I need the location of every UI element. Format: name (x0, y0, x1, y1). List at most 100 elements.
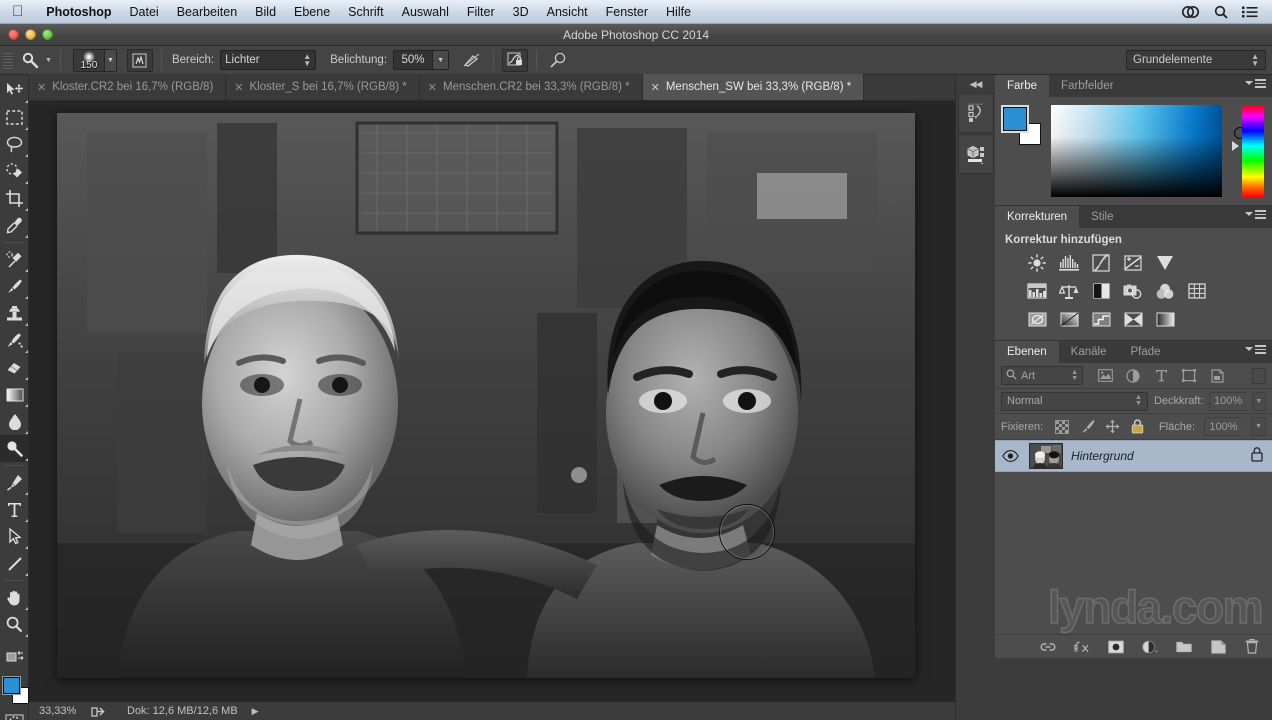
tab-kloster-s[interactable]: ✕ Kloster_S bei 16,7% (RGB/8) * (226, 74, 420, 100)
tab-farbfelder[interactable]: Farbfelder (1049, 75, 1126, 97)
path-selection-tool[interactable] (0, 523, 29, 550)
lock-transparency-icon[interactable] (1054, 419, 1070, 435)
document-window[interactable] (57, 113, 915, 678)
photo-filter-icon[interactable] (1123, 282, 1143, 300)
tab-stile[interactable]: Stile (1079, 206, 1126, 228)
panel-menu-icon[interactable] (1245, 210, 1266, 219)
hand-tool[interactable] (0, 584, 29, 611)
brightness-contrast-icon[interactable] (1027, 254, 1047, 272)
close-icon[interactable]: ✕ (651, 81, 660, 94)
invert-icon[interactable] (1027, 310, 1047, 328)
foreground-color-swatch[interactable] (3, 677, 20, 694)
move-tool[interactable] (0, 77, 29, 104)
airbrush-icon[interactable] (459, 49, 485, 72)
quick-selection-tool[interactable] (0, 158, 29, 185)
close-icon[interactable]: ✕ (37, 81, 46, 94)
crop-tool[interactable] (0, 185, 29, 212)
gradient-map-icon[interactable] (1155, 310, 1175, 328)
range-select[interactable]: Lichter ▲ ▼ (220, 50, 317, 70)
panel-color-swatches[interactable] (1003, 107, 1041, 145)
black-white-icon[interactable] (1091, 282, 1111, 300)
menu-auswahl[interactable]: Auswahl (393, 0, 458, 24)
close-icon[interactable]: ✕ (234, 81, 243, 94)
menu-ebene[interactable]: Ebene (285, 0, 339, 24)
apple-logo-icon[interactable]:  (12, 4, 23, 19)
canvas-area[interactable] (29, 101, 955, 701)
menu-datei[interactable]: Datei (121, 0, 168, 24)
vibrance-icon[interactable] (1155, 254, 1175, 272)
color-spectrum-field[interactable] (1051, 105, 1246, 197)
color-balance-icon[interactable] (1059, 282, 1079, 300)
layer-thumbnail[interactable] (1029, 443, 1063, 469)
pixel-filter-icon[interactable] (1097, 368, 1113, 384)
screen-mode-toggle[interactable] (0, 644, 29, 671)
opacity-chevron-down-icon[interactable]: ▼ (1251, 391, 1267, 411)
tab-kloster-cr2[interactable]: ✕ Kloster.CR2 bei 16,7% (RGB/8) (29, 74, 227, 100)
brush-tool[interactable] (0, 273, 29, 300)
creative-cloud-icon[interactable] (1181, 5, 1200, 19)
collapse-panels-icon[interactable]: ◀◀ (956, 75, 995, 93)
lasso-tool[interactable] (0, 131, 29, 158)
smart-object-filter-icon[interactable] (1209, 368, 1225, 384)
menu-fenster[interactable]: Fenster (597, 0, 657, 24)
tablet-pressure-icon[interactable] (545, 49, 571, 72)
hue-saturation-icon[interactable] (1027, 282, 1047, 300)
options-bar-grip[interactable] (3, 51, 13, 69)
spot-healing-brush-tool[interactable] (0, 246, 29, 273)
table-row[interactable]: Hintergrund (995, 440, 1272, 472)
channel-mixer-icon[interactable] (1155, 282, 1175, 300)
layer-styles-fx-icon[interactable] (1074, 639, 1090, 655)
brush-preset-picker[interactable]: 150 ▼ (72, 48, 117, 72)
tool-preset-chevron-down-icon[interactable]: ▼ (45, 57, 52, 64)
layer-name[interactable]: Hintergrund (1071, 449, 1134, 463)
menu-bild[interactable]: Bild (246, 0, 285, 24)
history-brush-tool[interactable] (0, 327, 29, 354)
type-filter-icon[interactable] (1153, 368, 1169, 384)
curves-icon[interactable] (1091, 254, 1111, 272)
chevron-down-icon[interactable]: ▼ (103, 49, 116, 71)
posterize-icon[interactable] (1059, 310, 1079, 328)
eyedropper-tool[interactable] (0, 212, 29, 239)
menu-photoshop[interactable]: Photoshop (37, 0, 120, 24)
exposure-icon[interactable] (1123, 254, 1143, 272)
delete-layer-icon[interactable] (1244, 639, 1260, 655)
lock-image-icon[interactable] (1079, 419, 1095, 435)
add-mask-icon[interactable] (1108, 639, 1124, 655)
threshold-icon[interactable] (1091, 310, 1111, 328)
exposure-input[interactable]: 50% (393, 50, 434, 70)
tab-ebenen[interactable]: Ebenen (995, 341, 1059, 363)
selective-color-icon[interactable] (1123, 310, 1143, 328)
blur-tool[interactable] (0, 408, 29, 435)
new-adjustment-layer-icon[interactable] (1142, 639, 1158, 655)
protect-tones-icon[interactable] (502, 48, 529, 72)
menu-filter[interactable]: Filter (458, 0, 504, 24)
eraser-tool[interactable] (0, 354, 29, 381)
pen-tool[interactable] (0, 469, 29, 496)
history-panel-icon[interactable] (957, 93, 994, 133)
lock-all-icon[interactable] (1129, 419, 1145, 435)
dodge-tool-icon[interactable] (17, 49, 43, 71)
close-icon[interactable]: ✕ (428, 81, 437, 94)
workspace-selector[interactable]: Grundelemente ▲ ▼ (1126, 50, 1266, 70)
lock-icon[interactable] (1250, 446, 1264, 467)
panel-menu-icon[interactable] (1245, 79, 1266, 88)
tab-pfade[interactable]: Pfade (1118, 341, 1173, 363)
play-arrow-icon[interactable]: ▶ (252, 706, 259, 717)
menu-bearbeiten[interactable]: Bearbeiten (168, 0, 246, 24)
dodge-tool[interactable] (0, 435, 29, 462)
brush-panel-icon[interactable] (126, 48, 153, 72)
lock-position-icon[interactable] (1104, 419, 1120, 435)
layer-kind-filter-select[interactable]: Art ▲ ▼ (1001, 366, 1083, 385)
list-menu-icon[interactable] (1242, 6, 1258, 18)
new-layer-icon[interactable] (1210, 639, 1226, 655)
color-lookup-icon[interactable] (1187, 282, 1207, 300)
new-group-icon[interactable] (1176, 639, 1192, 655)
quick-mask-toggle[interactable] (0, 709, 29, 720)
link-layers-icon[interactable] (1040, 639, 1056, 655)
color-swatches[interactable] (0, 675, 29, 709)
clone-stamp-tool[interactable] (0, 300, 29, 327)
tab-menschen-cr2[interactable]: ✕ Menschen.CR2 bei 33,3% (RGB/8) * (419, 74, 643, 100)
shape-filter-icon[interactable] (1181, 368, 1197, 384)
opacity-value[interactable]: 100% (1209, 391, 1246, 411)
zoom-level[interactable]: 33,33% (29, 705, 85, 717)
